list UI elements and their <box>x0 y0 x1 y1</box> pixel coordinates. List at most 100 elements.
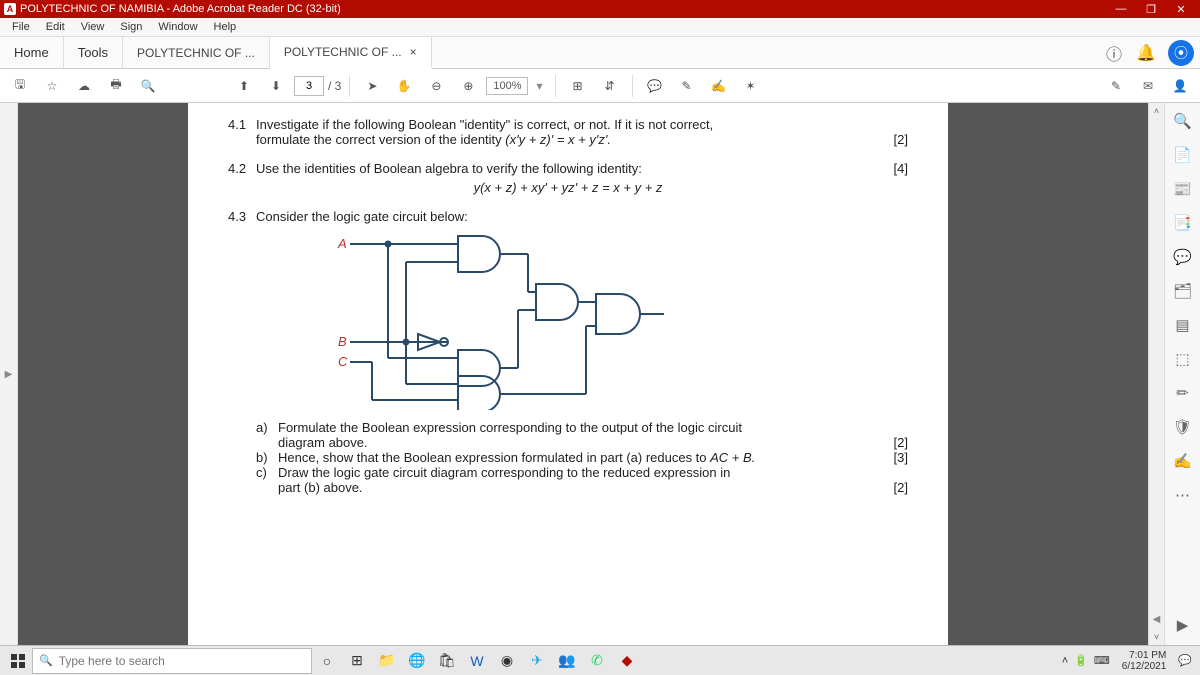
star-icon[interactable]: ☆ <box>38 72 66 100</box>
sub-a-label: a) <box>256 420 278 435</box>
input-c-label: C <box>338 354 348 369</box>
compress-icon[interactable]: ⬚ <box>1171 347 1195 371</box>
menu-window[interactable]: Window <box>150 21 205 33</box>
email-icon[interactable]: ✉ <box>1134 72 1162 100</box>
menu-view[interactable]: View <box>73 21 113 33</box>
sub-a-marks: [2] <box>878 435 908 450</box>
pdf-page: 4.1 Investigate if the following Boolean… <box>188 103 948 645</box>
share-icon[interactable]: ✎ <box>1102 72 1130 100</box>
taskbar-clock[interactable]: 7:01 PM 6/12/2021 <box>1116 650 1173 672</box>
menu-file[interactable]: File <box>4 21 38 33</box>
file-explorer-icon[interactable]: 📁 <box>372 647 402 675</box>
system-tray: ˄ 🔋 ⌨ 7:01 PM 6/12/2021 💬 <box>1062 650 1196 672</box>
edit-pdf-icon[interactable]: 📰 <box>1171 177 1195 201</box>
more-tools-icon[interactable]: ⋯ <box>1171 483 1195 507</box>
page-total: / 3 <box>328 79 341 93</box>
word-icon[interactable]: W <box>462 647 492 675</box>
doc-tab-2[interactable]: POLYTECHNIC OF ... × <box>270 37 432 69</box>
taskbar-search[interactable]: 🔍 <box>32 648 312 674</box>
keyboard-icon[interactable]: ⌨ <box>1094 654 1110 667</box>
hand-icon[interactable]: ✋ <box>390 72 418 100</box>
task-view-icon[interactable]: ⊞ <box>342 647 372 675</box>
chrome-icon[interactable]: ◉ <box>492 647 522 675</box>
toolbar: 🖫 ☆ ☁ 🖶 🔍 ⬆ ⬇ / 3 ➤ ✋ ⊖ ⊕ 100% ▾ ⊞ ⇵ 💬 ✎… <box>0 69 1200 103</box>
zoom-level[interactable]: 100% <box>486 77 528 95</box>
sign-icon[interactable]: ✍ <box>705 72 733 100</box>
cortana-icon[interactable]: ○ <box>312 647 342 675</box>
maximize-button[interactable]: ❐ <box>1136 3 1166 16</box>
q42-marks: [4] <box>878 161 908 176</box>
collapse-rail-icon[interactable]: ▶ <box>1171 613 1195 637</box>
zoom-in-icon[interactable]: ⊕ <box>454 72 482 100</box>
search-icon: 🔍 <box>39 654 53 667</box>
menu-edit[interactable]: Edit <box>38 21 73 33</box>
doc-tab-1[interactable]: POLYTECHNIC OF ... <box>123 37 270 68</box>
page-down-icon[interactable]: ⬇ <box>262 72 290 100</box>
store-icon[interactable]: 🛍 <box>432 647 462 675</box>
q41-line2: formulate the correct version of the ide… <box>256 132 505 147</box>
print-icon[interactable]: 🖶 <box>102 72 130 100</box>
create-pdf-icon[interactable]: 📑 <box>1171 211 1195 235</box>
tab-tools[interactable]: Tools <box>64 37 123 68</box>
teams-icon[interactable]: 👥 <box>552 647 582 675</box>
save-icon[interactable]: 🖫 <box>6 72 34 100</box>
q41-number: 4.1 <box>228 117 256 132</box>
start-button[interactable] <box>4 647 32 675</box>
input-b-label: B <box>338 334 347 349</box>
menu-help[interactable]: Help <box>206 21 245 33</box>
comment-tool-icon[interactable]: 💬 <box>1171 245 1195 269</box>
menubar: File Edit View Sign Window Help <box>0 18 1200 37</box>
telegram-icon[interactable]: ✈ <box>522 647 552 675</box>
notification-bell-icon[interactable]: 🔔 <box>1130 37 1162 68</box>
fit-page-icon[interactable]: ⇵ <box>596 72 624 100</box>
page-number-input[interactable] <box>294 76 324 96</box>
search-input[interactable] <box>59 654 305 668</box>
sub-a-line1: Formulate the Boolean expression corresp… <box>278 420 908 435</box>
vertical-scrollbar[interactable]: ˄ ◀ ˅ <box>1148 103 1164 645</box>
find-icon[interactable]: 🔍 <box>134 72 162 100</box>
page-up-icon[interactable]: ⬆ <box>230 72 258 100</box>
cloud-icon[interactable]: ☁ <box>70 72 98 100</box>
help-icon[interactable]: ⓘ <box>1098 37 1130 68</box>
tray-chevron-icon[interactable]: ˄ <box>1062 655 1068 667</box>
minimize-button[interactable]: — <box>1106 3 1136 15</box>
whatsapp-icon[interactable]: ✆ <box>582 647 612 675</box>
battery-icon[interactable]: 🔋 <box>1074 654 1088 667</box>
protect-icon[interactable]: 🛡 <box>1171 415 1195 439</box>
edge-icon[interactable]: 🌐 <box>402 647 432 675</box>
main-area: ▶ 4.1 Investigate if the following Boole… <box>0 103 1200 645</box>
scroll-up-icon[interactable]: ˄ <box>1149 103 1164 119</box>
combine-icon[interactable]: 🗂 <box>1171 279 1195 303</box>
close-button[interactable]: ✕ <box>1166 3 1196 16</box>
search-tool-icon[interactable]: 🔍 <box>1171 109 1195 133</box>
stamp-icon[interactable]: ✶ <box>737 72 765 100</box>
input-a-label: A <box>337 236 347 251</box>
pointer-icon[interactable]: ➤ <box>358 72 386 100</box>
comment-icon[interactable]: 💬 <box>641 72 669 100</box>
zoom-out-icon[interactable]: ⊖ <box>422 72 450 100</box>
doc-tab-1-label: POLYTECHNIC OF ... <box>137 46 255 60</box>
signin-avatar-icon[interactable]: ⦿ <box>1168 40 1194 66</box>
sub-b-marks: [3] <box>878 450 908 465</box>
highlight-icon[interactable]: ✎ <box>673 72 701 100</box>
sub-a-line2: diagram above. <box>278 435 878 450</box>
tools-right-rail: 🔍 📄 📰 📑 💬 🗂 ▤ ⬚ ✏ 🛡 ✍ ⋯ ▶ <box>1164 103 1200 645</box>
fit-width-icon[interactable]: ⊞ <box>564 72 592 100</box>
action-center-icon[interactable]: 💬 <box>1178 654 1192 667</box>
acrobat-taskbar-icon[interactable]: ◆ <box>612 647 642 675</box>
export-pdf-icon[interactable]: 📄 <box>1171 143 1195 167</box>
document-area: 4.1 Investigate if the following Boolean… <box>18 103 1148 645</box>
menu-sign[interactable]: Sign <box>112 21 150 33</box>
q42-equation: y(x + z) + xy' + yz' + z = x + y + z <box>228 180 908 195</box>
left-panel-toggle[interactable]: ▶ <box>0 103 18 645</box>
zoom-dropdown-icon[interactable]: ▾ <box>532 79 546 93</box>
tab-home[interactable]: Home <box>0 37 64 68</box>
organize-icon[interactable]: ▤ <box>1171 313 1195 337</box>
page-nav-caret-icon[interactable]: ◀ <box>1149 614 1164 625</box>
scroll-down-icon[interactable]: ˅ <box>1149 629 1164 645</box>
fill-sign-icon[interactable]: ✍ <box>1171 449 1195 473</box>
more-icon[interactable]: 👤 <box>1166 72 1194 100</box>
redact-icon[interactable]: ✏ <box>1171 381 1195 405</box>
tab-close-icon[interactable]: × <box>410 45 417 59</box>
titlebar: A POLYTECHNIC OF NAMIBIA - Adobe Acrobat… <box>0 0 1200 18</box>
